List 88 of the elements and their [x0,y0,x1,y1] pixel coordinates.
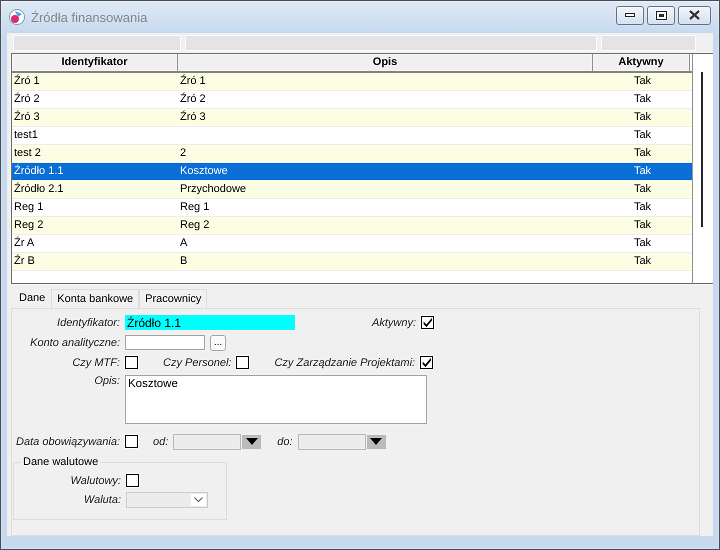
input-field[interactable] [125,335,205,350]
table-row[interactable]: Źródło 2.1 Przychodowe Tak [12,181,692,199]
field-label: Konto analityczne: [29,336,120,348]
filter-field[interactable] [13,35,181,51]
table-cell-text: Tak [632,92,652,107]
dropdown-arrow-icon [370,438,382,445]
app-icon [9,9,25,25]
table-cell-text: Tak [632,236,652,251]
browse-button[interactable]: ... [210,334,226,350]
table-row[interactable]: Źr A A Tak [12,235,692,253]
field-label: Identyfikator: [56,316,120,328]
column-header[interactable]: Aktywny [593,54,690,71]
tab[interactable]: Konta bankowe [51,289,140,308]
table-row[interactable]: Źró 1 Źró 1 Tak [12,73,692,91]
field-label: od: [153,436,168,448]
filter-field[interactable] [185,35,597,51]
input-field[interactable]: Źródło 1.1 [125,315,295,330]
table-row[interactable]: Źró 2 Źró 2 Tak [12,91,692,109]
maximize-icon [656,10,666,20]
table-cell-text: Źr A [13,236,36,251]
table-row[interactable]: Reg 2 Reg 2 Tak [12,217,692,235]
table-cell-text: Źródło 2.1 [13,182,65,197]
filter-field[interactable] [601,35,696,51]
table-cell-text: 2 [179,146,188,161]
close-icon [689,10,700,20]
chevron-down-icon [194,497,203,502]
field-label: Czy Personel: [163,356,232,368]
table-cell-text: Reg 2 [13,218,44,233]
text-area[interactable]: Kosztowe [125,375,427,424]
table-row[interactable]: Źr B B Tak [12,253,692,271]
table-cell-text: Tak [632,128,652,143]
table-row[interactable]: Źródło 1.1 Kosztowe Tak [12,163,692,181]
window-title: Źródła finansowania [31,10,148,24]
table-cell-text: Przychodowe [179,182,248,197]
table-cell-text: Tak [632,218,652,233]
checkbox[interactable] [420,356,434,369]
table-cell-text: Reg 1 [13,200,44,215]
table-cell-text: A [179,236,188,251]
minimize-icon [625,13,635,17]
field-label: Data obowiązywania: [15,436,120,448]
table-cell-text: Tak [632,254,652,269]
checkbox[interactable] [236,356,250,369]
table-cell-text: Tak [632,182,652,197]
table-row[interactable]: Źró 3 Źró 3 Tak [12,109,692,127]
table-cell-text: Źró 3 [179,110,207,125]
table-cell-text: test1 [13,128,39,143]
field-label: Czy MTF: [71,356,120,368]
table-cell-text: Tak [632,74,652,89]
field-label: Waluta: [82,494,121,506]
field-label: Opis: [93,375,120,387]
table-cell-text: Tak [632,164,652,179]
dropdown-arrow-icon [246,438,258,445]
table-row[interactable]: Reg 1 Reg 1 Tak [12,199,692,217]
table-cell-text: Źródło 1.1 [13,164,65,179]
table-cell-text: Źr B [13,254,36,269]
column-header[interactable]: Identyfikator [12,54,178,71]
table-cell-text: Źró 2 [179,92,207,107]
table-cell-text: Źró 1 [13,74,41,89]
table-row[interactable]: test1 Tak [12,127,692,145]
table-cell-text: Źró 1 [179,74,207,89]
checkbox[interactable] [125,435,138,448]
table-cell-text: Źró 3 [13,110,41,125]
table-row[interactable]: test 2 2 Tak [12,145,692,163]
table-cell-text: Tak [632,200,652,215]
date-picker[interactable] [298,434,387,450]
table-cell-text: Tak [632,110,652,125]
table-cell-text: Reg 2 [179,218,210,233]
scrollbar[interactable] [701,72,703,227]
minimize-button[interactable] [616,6,644,24]
table-cell-text: Reg 1 [179,200,210,215]
table-cell-text: Kosztowe [179,164,229,179]
table-cell-text: Źró 2 [13,92,41,107]
field-label: Walutowy: [69,474,121,486]
checkbox[interactable] [126,474,139,487]
close-button[interactable] [678,6,711,24]
tab[interactable]: Pracownicy [139,289,208,308]
table-cell-text: test 2 [13,146,42,161]
column-header[interactable]: Opis [178,54,593,71]
table-cell-text: Tak [632,146,652,161]
field-label: Czy Zarządzanie Projektami: [274,356,416,368]
checkbox[interactable] [421,316,434,329]
date-picker[interactable] [173,434,262,450]
field-label: Aktywny: [372,316,416,328]
checkbox[interactable] [125,356,138,369]
group-title: Dane walutowe [21,456,100,468]
maximize-button[interactable] [647,6,675,24]
table-cell-text: B [179,254,188,269]
field-label: do: [277,436,293,448]
